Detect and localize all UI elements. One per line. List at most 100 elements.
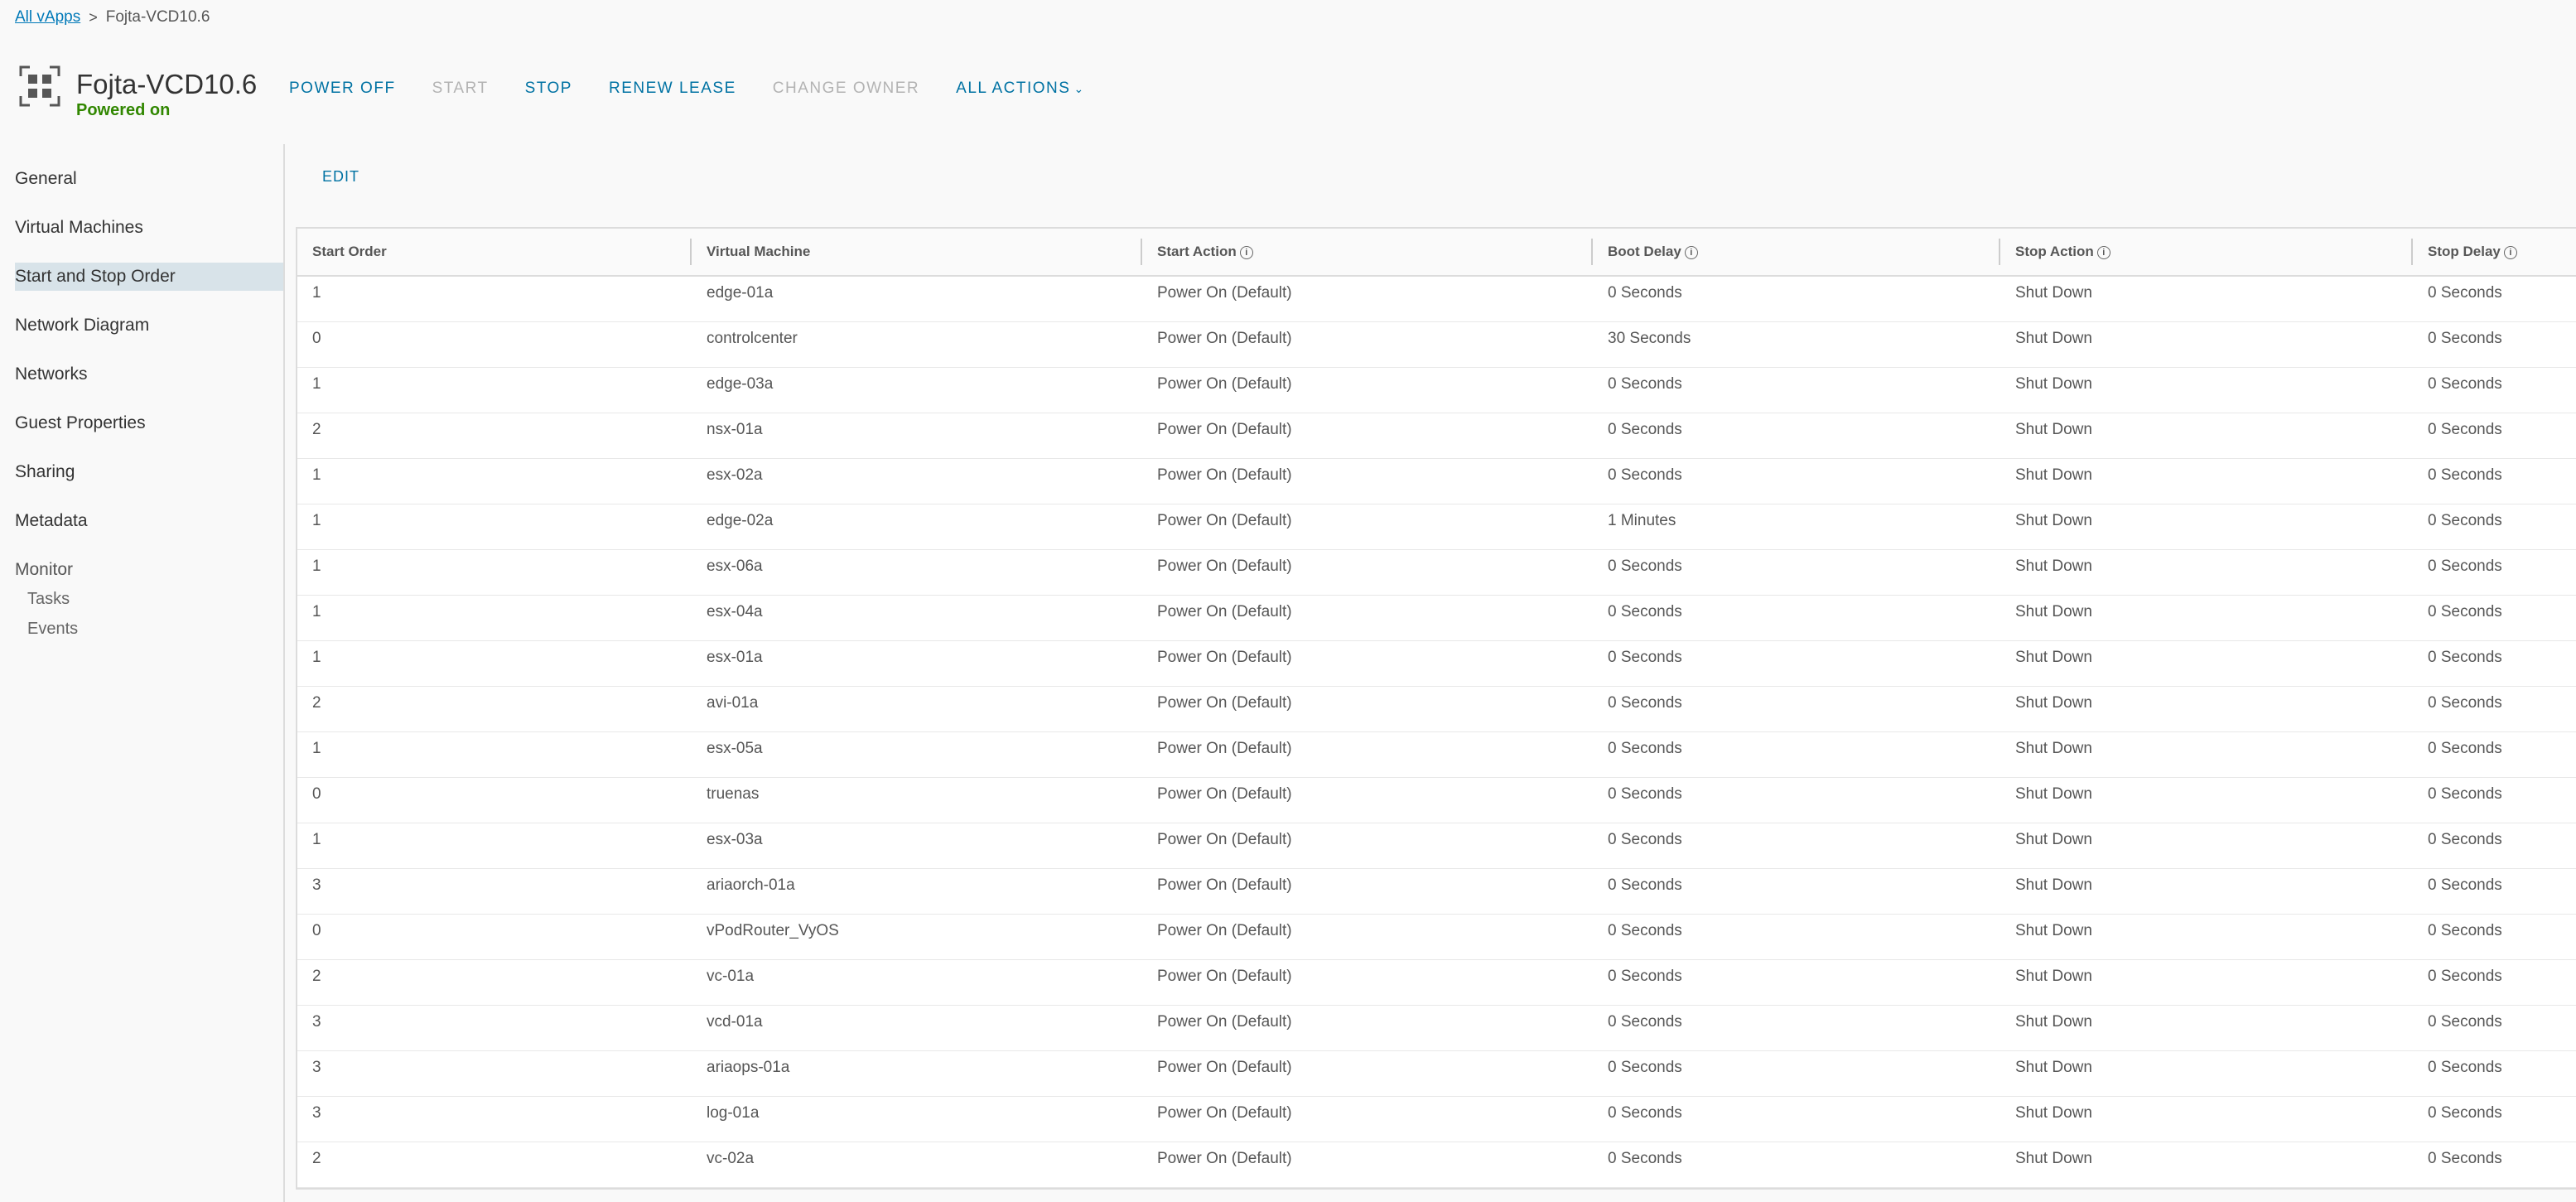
table-cell-start-action: Power On (Default) bbox=[1157, 740, 1292, 757]
table-row[interactable]: 1 esx-06a Power On (Default) 0 Seconds Shut … bbox=[297, 550, 2576, 596]
table-cell-boot-delay: 0 Seconds bbox=[1608, 922, 1682, 939]
table-cell-start-order: 3 bbox=[312, 1104, 321, 1122]
table-row[interactable]: 1 esx-03a Power On (Default) 0 Seconds Shut … bbox=[297, 823, 2576, 869]
chevron-down-icon: ⌄ bbox=[1073, 82, 1085, 95]
table-cell-boot-delay: 0 Seconds bbox=[1608, 694, 1682, 712]
table-cell-stop-delay: 0 Seconds bbox=[2428, 649, 2502, 666]
table-cell-boot-delay: 0 Seconds bbox=[1608, 1059, 1682, 1076]
power-off-button[interactable]: POWER OFF bbox=[289, 80, 396, 98]
table-cell-stop-delay: 0 Seconds bbox=[2428, 1013, 2502, 1031]
sidebar-item-tasks[interactable]: Tasks bbox=[0, 584, 283, 614]
table-row[interactable]: 0 truenas Power On (Default) 0 Seconds Shut … bbox=[297, 778, 2576, 823]
table-cell-stop-delay: 0 Seconds bbox=[2428, 558, 2502, 575]
table-cell-stop-action: Shut Down bbox=[2015, 1150, 2092, 1167]
column-header-label: Virtual Machine bbox=[707, 244, 811, 259]
table-cell-stop-action: Shut Down bbox=[2015, 375, 2092, 393]
all-actions-button[interactable]: ALL ACTIONS ⌄ bbox=[956, 80, 1085, 98]
table-cell-boot-delay: 1 Minutes bbox=[1608, 512, 1676, 529]
change-owner-button: CHANGE OWNER bbox=[773, 80, 919, 98]
edit-button[interactable]: EDIT bbox=[322, 168, 359, 186]
table-cell-start-order: 3 bbox=[312, 1059, 321, 1076]
sidebar-item-events[interactable]: Events bbox=[0, 614, 283, 644]
sidebar-item-virtual-machines[interactable]: Virtual Machines bbox=[0, 214, 283, 242]
table-row[interactable]: 1 edge-01a Power On (Default) 0 Seconds Shut… bbox=[297, 277, 2576, 322]
info-icon[interactable]: i bbox=[1239, 245, 1253, 259]
table-cell-start-action: Power On (Default) bbox=[1157, 375, 1292, 393]
stop-button[interactable]: STOP bbox=[525, 80, 572, 98]
info-icon[interactable]: i bbox=[2503, 245, 2517, 259]
table-cell-virtual-machine: vc-01a bbox=[707, 968, 755, 985]
breadcrumb: All vApps > Fojta-VCD10.6 bbox=[15, 8, 210, 27]
table-cell-start-action: Power On (Default) bbox=[1157, 1059, 1292, 1076]
column-header-stop-action[interactable]: Stop Action i bbox=[2000, 229, 2413, 275]
table-row[interactable]: 2 avi-01a Power On (Default) 0 Seconds Shut … bbox=[297, 687, 2576, 732]
table-cell-start-order: 2 bbox=[312, 968, 321, 985]
table-row[interactable]: 3 vcd-01a Power On (Default) 0 Seconds Shut … bbox=[297, 1006, 2576, 1051]
sidebar-item-network-diagram[interactable]: Network Diagram bbox=[0, 311, 283, 340]
sidebar-item-sharing[interactable]: Sharing bbox=[0, 458, 283, 486]
column-header-label: Start Action bbox=[1157, 244, 1237, 259]
table-cell-start-order: 0 bbox=[312, 330, 321, 347]
table-cell-boot-delay: 30 Seconds bbox=[1608, 330, 1691, 347]
table-row[interactable]: 3 ariaops-01a Power On (Default) 0 Seconds S… bbox=[297, 1051, 2576, 1097]
table-row[interactable]: 2 nsx-01a Power On (Default) 0 Seconds Shut … bbox=[297, 413, 2576, 459]
table-cell-start-order: 1 bbox=[312, 740, 321, 757]
table-cell-boot-delay: 0 Seconds bbox=[1608, 831, 1682, 848]
table-row[interactable]: 3 ariaorch-01a Power On (Default) 0 Seconds… bbox=[297, 869, 2576, 915]
table-cell-start-order: 0 bbox=[312, 922, 321, 939]
table-cell-virtual-machine: esx-05a bbox=[707, 740, 763, 757]
table-cell-stop-delay: 0 Seconds bbox=[2428, 1059, 2502, 1076]
action-label: CHANGE OWNER bbox=[772, 80, 920, 97]
table-cell-start-order: 1 bbox=[312, 375, 321, 393]
column-header-stop-delay[interactable]: Stop Delay i bbox=[2413, 229, 2576, 275]
column-header-label: Boot Delay bbox=[1608, 244, 1681, 259]
breadcrumb-current: Fojta-VCD10.6 bbox=[105, 8, 210, 26]
table-cell-virtual-machine: esx-04a bbox=[707, 603, 763, 620]
column-header-start-order[interactable]: Start Order bbox=[297, 229, 692, 275]
table-cell-boot-delay: 0 Seconds bbox=[1608, 375, 1682, 393]
table-cell-stop-delay: 0 Seconds bbox=[2428, 1150, 2502, 1167]
table-row[interactable]: 1 edge-03a Power On (Default) 0 Seconds Shut… bbox=[297, 368, 2576, 413]
info-icon[interactable]: i bbox=[2096, 245, 2110, 259]
column-header-boot-delay[interactable]: Boot Delay i bbox=[1593, 229, 2000, 275]
breadcrumb-all-vapps-link[interactable]: All vApps bbox=[15, 8, 80, 27]
table-cell-stop-action: Shut Down bbox=[2015, 740, 2092, 757]
table-cell-virtual-machine: vc-02a bbox=[707, 1150, 755, 1167]
table-cell-boot-delay: 0 Seconds bbox=[1608, 284, 1682, 302]
sidebar-item-start-and-stop-order[interactable]: Start and Stop Order bbox=[15, 263, 283, 291]
sidebar-item-networks[interactable]: Networks bbox=[0, 360, 283, 389]
table-cell-virtual-machine: vPodRouter_VyOS bbox=[707, 922, 839, 939]
table-cell-virtual-machine: edge-01a bbox=[707, 284, 774, 302]
table-row[interactable]: 2 vc-02a Power On (Default) 0 Seconds Shut D… bbox=[297, 1142, 2576, 1188]
table-row[interactable]: 1 esx-04a Power On (Default) 0 Seconds Shut … bbox=[297, 596, 2576, 641]
table-row[interactable]: 1 edge-02a Power On (Default) 1 Minutes Shut… bbox=[297, 504, 2576, 550]
table-row[interactable]: 0 vPodRouter_VyOS Power On (Default) 0 Seco… bbox=[297, 915, 2576, 960]
table-row[interactable]: 1 esx-02a Power On (Default) 0 Seconds Shut … bbox=[297, 459, 2576, 504]
table-body: 1 edge-01a Power On (Default) 0 Seconds Shut… bbox=[297, 277, 2576, 1188]
table-cell-stop-action: Shut Down bbox=[2015, 466, 2092, 484]
table-cell-virtual-machine: esx-06a bbox=[707, 558, 763, 575]
column-header-start-action[interactable]: Start Action i bbox=[1142, 229, 1593, 275]
table-cell-start-order: 2 bbox=[312, 694, 321, 712]
sidebar-item-guest-properties[interactable]: Guest Properties bbox=[0, 409, 283, 437]
renew-lease-button[interactable]: RENEW LEASE bbox=[609, 80, 736, 98]
table-row[interactable]: 1 esx-01a Power On (Default) 0 Seconds Shut … bbox=[297, 641, 2576, 687]
breadcrumb-separator-icon: > bbox=[89, 8, 98, 26]
table-cell-stop-delay: 0 Seconds bbox=[2428, 785, 2502, 803]
table-row[interactable]: 3 log-01a Power On (Default) 0 Seconds Shut … bbox=[297, 1097, 2576, 1142]
table-cell-stop-delay: 0 Seconds bbox=[2428, 876, 2502, 894]
action-label: ALL ACTIONS bbox=[956, 80, 1071, 97]
table-cell-start-order: 0 bbox=[312, 785, 321, 803]
table-cell-start-action: Power On (Default) bbox=[1157, 649, 1292, 666]
table-cell-boot-delay: 0 Seconds bbox=[1608, 1013, 1682, 1031]
sidebar-item-metadata[interactable]: Metadata bbox=[0, 507, 283, 535]
table-row[interactable]: 2 vc-01a Power On (Default) 0 Seconds Shut D… bbox=[297, 960, 2576, 1006]
table-cell-stop-delay: 0 Seconds bbox=[2428, 694, 2502, 712]
column-header-label: Stop Action bbox=[2015, 244, 2094, 259]
table-cell-start-action: Power On (Default) bbox=[1157, 421, 1292, 438]
sidebar-item-general[interactable]: General bbox=[0, 165, 283, 193]
table-row[interactable]: 0 controlcenter Power On (Default) 30 Secon… bbox=[297, 322, 2576, 368]
info-icon[interactable]: i bbox=[1684, 245, 1698, 259]
column-header-virtual-machine[interactable]: Virtual Machine bbox=[692, 229, 1142, 275]
table-row[interactable]: 1 esx-05a Power On (Default) 0 Seconds Shut … bbox=[297, 732, 2576, 778]
